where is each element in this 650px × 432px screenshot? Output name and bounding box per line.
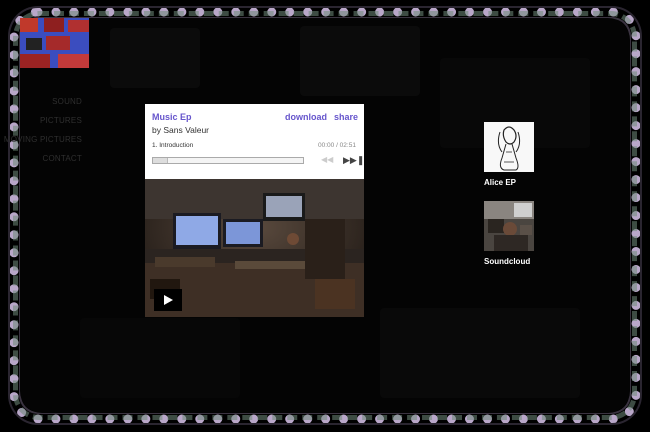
progress-handle[interactable] (153, 158, 168, 163)
site-logo[interactable] (20, 18, 89, 68)
download-link[interactable]: download (285, 112, 327, 122)
nav-pictures[interactable]: PICTURES (0, 115, 82, 134)
progress-bar[interactable] (152, 157, 304, 164)
music-player: Music Ep by Sans Valeur download share 1… (145, 104, 364, 317)
artist-name[interactable]: by Sans Valeur (152, 125, 209, 135)
alice-ep-label[interactable]: Alice EP (484, 178, 516, 187)
alice-drawing (484, 122, 534, 172)
album-artwork (145, 179, 364, 317)
nav-contact[interactable]: CONTACT (0, 153, 82, 172)
soundcloud-label[interactable]: Soundcloud (484, 257, 530, 266)
track-time: 00:00 / 02:51 (318, 142, 356, 149)
background-shape (380, 308, 580, 398)
soundcloud-thumbnail[interactable] (484, 201, 534, 251)
previous-track-icon[interactable]: ◀◀ (321, 155, 333, 164)
current-track[interactable]: 1. Introduction (152, 142, 193, 149)
album-title[interactable]: Music Ep (152, 112, 192, 122)
background-shape (110, 28, 200, 88)
share-link[interactable]: share (334, 112, 358, 122)
player-header: Music Ep by Sans Valeur download share 1… (145, 104, 364, 179)
soundcloud-photo (484, 201, 534, 251)
nav-moving-pictures[interactable]: MOVING PICTURES (0, 134, 82, 153)
alice-ep-thumbnail[interactable] (484, 122, 534, 172)
nav-sound[interactable]: SOUND (0, 96, 82, 115)
background-shape (300, 26, 420, 96)
play-icon (164, 295, 173, 305)
background-shape (80, 318, 240, 398)
play-button[interactable] (154, 289, 182, 311)
next-track-icon[interactable]: ▶▶❚ (343, 155, 364, 166)
main-nav: SOUND PICTURES MOVING PICTURES CONTACT (0, 96, 82, 172)
